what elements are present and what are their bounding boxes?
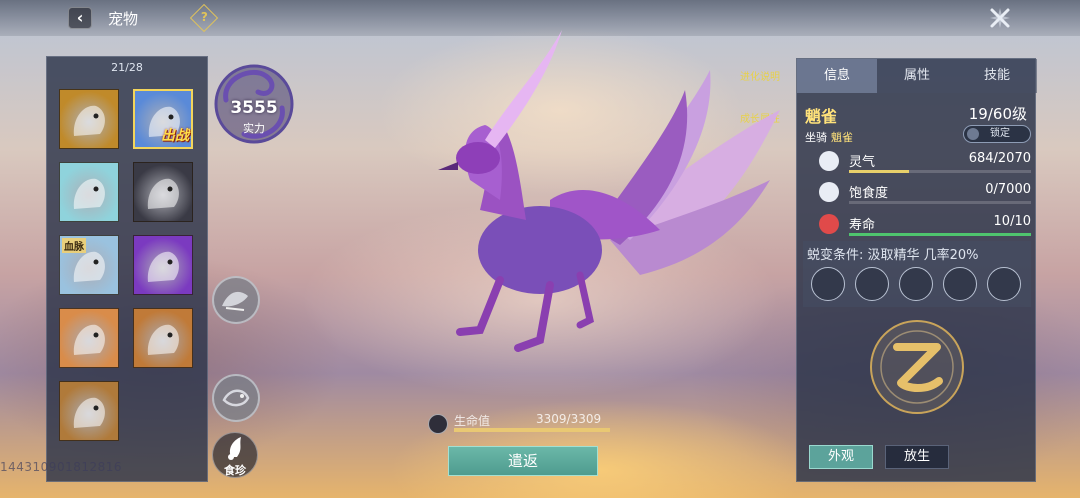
info-tabs: 信息 属性 技能 (797, 59, 1037, 93)
fish-skill-icon[interactable] (212, 374, 260, 422)
stat-bar (849, 233, 1031, 236)
mount-row: 坐骑 魈雀 (805, 129, 853, 145)
pet-slot[interactable] (133, 308, 193, 368)
stat-spirit: 灵气 684/2070 (819, 149, 1031, 179)
hp-bar-fill (454, 428, 610, 432)
eye-rune-icon[interactable] (899, 267, 933, 301)
pet-slot[interactable] (59, 89, 119, 149)
mount-label: 坐骑 (805, 131, 827, 144)
hp-label: 生命值 (454, 414, 491, 428)
release-button[interactable]: 放生 (885, 445, 949, 469)
leaf-rune-icon[interactable] (987, 267, 1021, 301)
pet-count: 21/28 (111, 61, 143, 74)
pet-slot-badge: 出战 (161, 128, 189, 144)
tab-info[interactable]: 信息 (797, 59, 877, 93)
lock-toggle[interactable]: 锁定 (963, 125, 1031, 143)
tab-skills[interactable]: 技能 (957, 59, 1037, 93)
hp-value: 3309/3309 (536, 412, 602, 426)
wave-rune-icon[interactable] (855, 267, 889, 301)
lock-label: 锁定 (990, 128, 1010, 139)
evolution-emblem-icon (870, 320, 964, 414)
pet-slot[interactable] (133, 162, 193, 222)
pet-creature-image (438, 30, 780, 352)
snow-fox-portrait-icon (73, 324, 105, 355)
stat-label: 灵气 (849, 155, 876, 170)
user-id: 144310901812816 (0, 460, 123, 474)
cyan-beast-portrait-icon (147, 324, 179, 355)
golden-dragon-portrait-icon (73, 105, 105, 136)
evolve-conditions: 蜕变条件: 汲取精华 几率20% (803, 241, 1031, 307)
close-button[interactable] (988, 6, 1012, 30)
evolve-title: 蜕变条件: 汲取精华 几率20% (807, 248, 979, 263)
pet-slot[interactable] (133, 235, 193, 295)
close-icon (990, 8, 1010, 28)
black-wolf-portrait-icon (147, 178, 179, 209)
stat-bar (849, 201, 1031, 204)
mount-name: 魈雀 (831, 131, 853, 144)
pet-list-panel: 21/28 出战血脉 (46, 56, 208, 482)
hp-bar (454, 428, 610, 432)
dragon-skill-icon[interactable] (212, 276, 260, 324)
help-icon: ? (200, 10, 208, 25)
moon-rune-icon[interactable] (811, 267, 845, 301)
pet-slot[interactable]: 出战 (133, 89, 193, 149)
power-label: 实力 (243, 122, 265, 135)
stat-value: 684/2070 (968, 151, 1031, 166)
stat-bar-fill (849, 233, 1031, 236)
pet-slot[interactable] (59, 308, 119, 368)
pet-info-panel: 信息 属性 技能 魈雀 19/60级 坐骑 魈雀 锁定 灵气 684/2070 饱… (796, 58, 1037, 482)
white-fox-portrait-icon (73, 178, 105, 209)
appearance-button[interactable]: 外观 (809, 445, 873, 469)
tab-attributes[interactable]: 属性 (877, 59, 957, 93)
stat-bar (849, 170, 1031, 173)
stat-lifespan: 寿命 10/10 (819, 212, 1031, 242)
pet-name: 魈雀 (805, 107, 838, 126)
heart-icon (819, 214, 839, 234)
stat-bar-fill (849, 170, 910, 173)
food-icon (228, 437, 241, 460)
stat-value: 10/10 (993, 214, 1031, 229)
return-button[interactable]: 遣返 (448, 446, 598, 476)
white-horse-portrait-icon (147, 251, 179, 282)
pet-level: 19/60级 (968, 105, 1027, 123)
pet-slot[interactable] (59, 162, 119, 222)
food-label: 食珍 (224, 464, 246, 477)
back-button[interactable]: ‹ (68, 7, 92, 29)
spirit-icon (819, 151, 839, 171)
stat-hunger: 饱食度 0/7000 (819, 180, 1031, 210)
pet-slot[interactable] (59, 381, 119, 441)
chevron-left-icon: ‹ (76, 8, 84, 27)
flower-beast-portrait-icon (73, 397, 105, 428)
pet-slot-tag: 血脉 (62, 238, 86, 253)
hourglass-rune-icon[interactable] (943, 267, 977, 301)
pet-slot[interactable]: 血脉 (59, 235, 119, 295)
power-value: 3555 (230, 98, 278, 118)
stat-label: 寿命 (849, 218, 876, 233)
stat-value: 0/7000 (985, 182, 1031, 197)
hp-icon (428, 414, 448, 434)
page-title: 宠物 (108, 10, 139, 28)
hunger-icon (819, 182, 839, 202)
lock-toggle-knob (967, 128, 979, 140)
stat-label: 饱食度 (849, 186, 889, 201)
